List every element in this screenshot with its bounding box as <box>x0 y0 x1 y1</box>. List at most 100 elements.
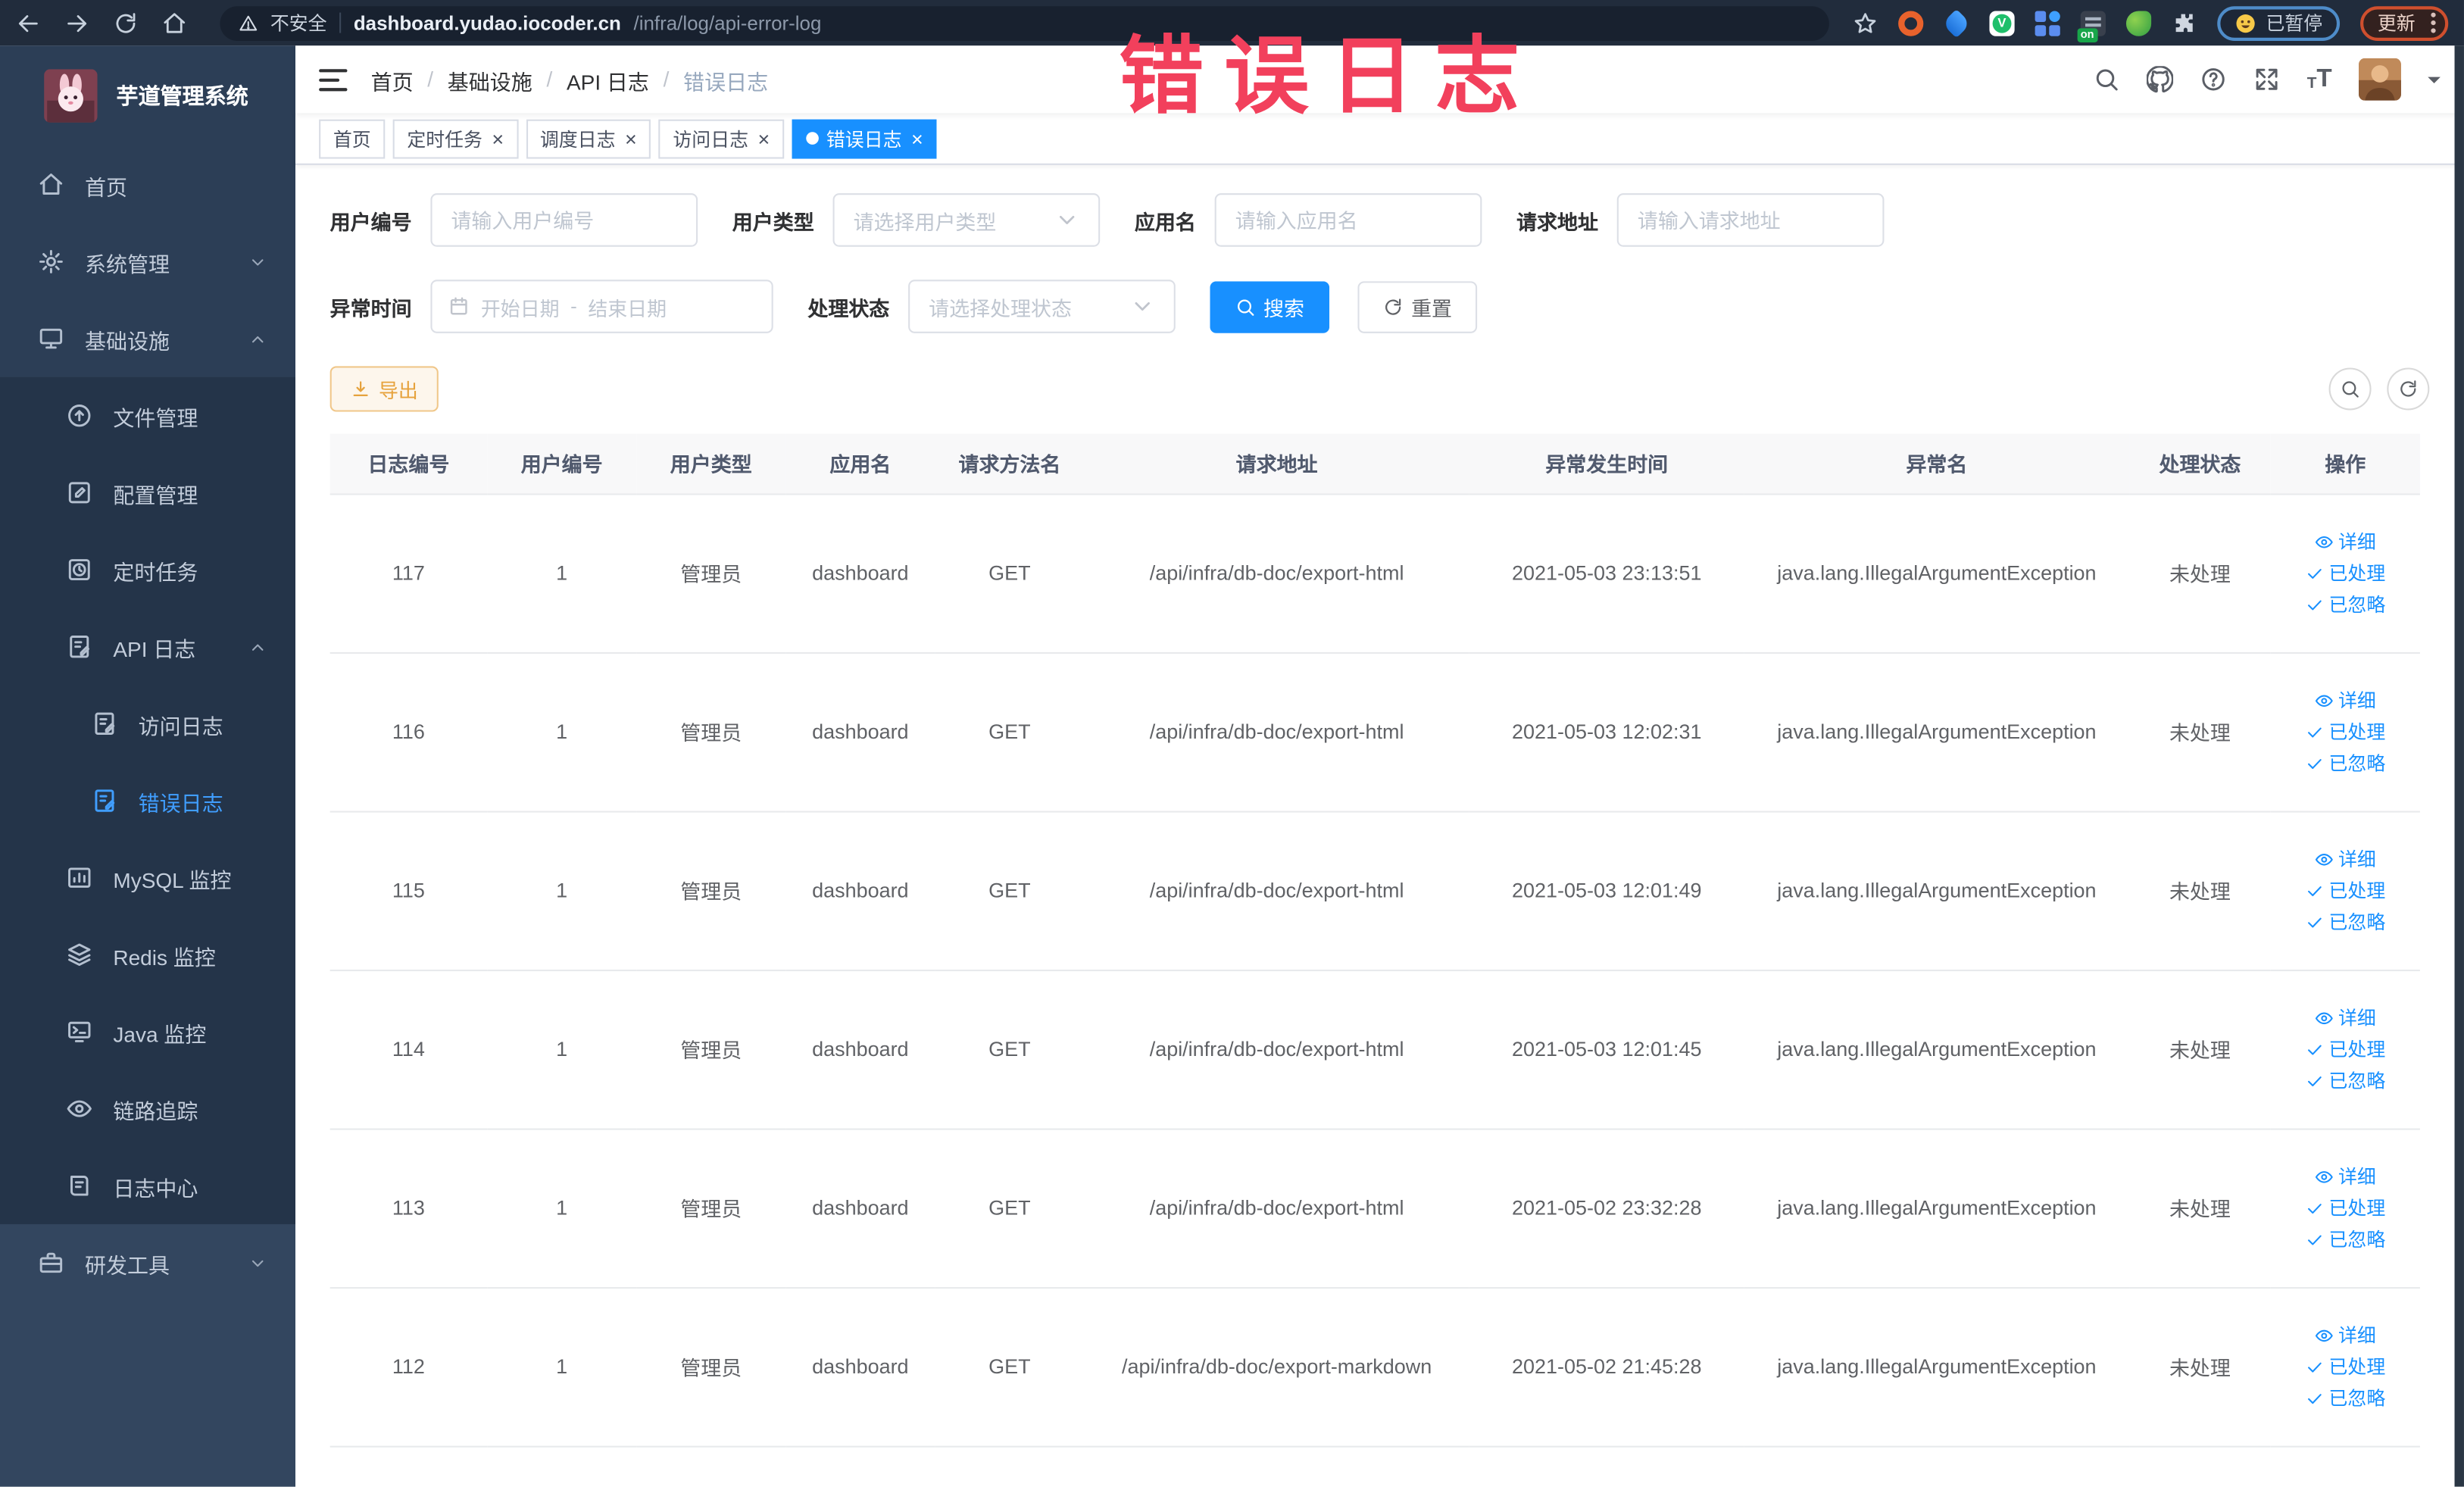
detail-link[interactable]: 详细 <box>2315 1004 2376 1031</box>
processed-link[interactable]: 已处理 <box>2305 877 2385 904</box>
user-type-select[interactable]: 请选择用户类型 <box>832 193 1101 247</box>
table-row: 115 1 管理员 dashboard GET/api/infra/db-doc/exp… <box>329 811 2420 971</box>
user-avatar[interactable] <box>2358 58 2401 101</box>
sidebar-item-file[interactable]: 文件管理 <box>0 377 295 455</box>
profile-chip[interactable]: 已暂停 <box>2217 5 2341 40</box>
sidebar-toggle-icon[interactable] <box>319 68 348 91</box>
update-chip[interactable]: 更新 <box>2360 5 2449 40</box>
search-button[interactable]: 搜索 <box>1210 280 1330 333</box>
reset-button[interactable]: 重置 <box>1357 280 1478 333</box>
back-icon[interactable] <box>16 10 41 35</box>
tab-label: 访问日志 <box>673 128 749 151</box>
process-status-select[interactable]: 请选择处理状态 <box>908 280 1176 333</box>
sidebar-item-config[interactable]: 配置管理 <box>0 455 295 532</box>
exception-time-range-picker[interactable]: 开始日期 - 结束日期 <box>430 280 773 333</box>
extension-onoff-icon[interactable]: on <box>2077 10 2106 42</box>
close-icon[interactable]: × <box>757 128 770 148</box>
close-icon[interactable]: × <box>911 128 923 148</box>
detail-link[interactable]: 详细 <box>2315 845 2376 872</box>
sidebar-item-job[interactable]: 定时任务 <box>0 531 295 608</box>
processed-link[interactable]: 已处理 <box>2305 1353 2385 1379</box>
v-letter: V <box>1992 13 2012 33</box>
eye-icon <box>2315 849 2334 868</box>
processed-link[interactable]: 已处理 <box>2305 718 2385 745</box>
sidebar-item-redis-monitor[interactable]: Redis 监控 <box>0 916 295 993</box>
table-row: 117 1 管理员 dashboard GET/api/infra/db-doc/exp… <box>329 493 2420 653</box>
address-bar[interactable]: 不安全 dashboard.yudao.iocoder.cn/infra/log… <box>220 5 1829 40</box>
breadcrumb-item: 错误日志 <box>683 70 769 94</box>
page-scrollbar[interactable] <box>2454 45 2464 1487</box>
cell-exception: java.lang.IllegalArgumentException <box>1744 1128 2130 1289</box>
browser-menu-icon[interactable] <box>2431 12 2436 33</box>
extensions-puzzle-icon[interactable] <box>2172 10 2197 35</box>
detail-link[interactable]: 详细 <box>2315 1163 2376 1189</box>
toggle-search-button[interactable] <box>2328 367 2372 411</box>
export-button[interactable]: 导出 <box>329 366 439 412</box>
bookmark-star-icon[interactable] <box>1853 10 1878 35</box>
breadcrumb-item[interactable]: 基础设施 <box>448 64 532 95</box>
ignored-link[interactable]: 已忽略 <box>2305 591 2385 617</box>
close-icon[interactable]: × <box>492 128 504 148</box>
tab-job[interactable]: 定时任务 × <box>392 118 518 158</box>
help-icon[interactable] <box>2200 66 2227 92</box>
extension-shield-icon[interactable] <box>1941 8 1972 38</box>
sidebar-item-mysql-monitor[interactable]: MySQL 监控 <box>0 839 295 917</box>
browser-home-icon[interactable] <box>162 10 187 35</box>
processed-link[interactable]: 已处理 <box>2305 560 2385 586</box>
fullscreen-icon[interactable] <box>2253 66 2280 92</box>
update-chip-label: 更新 <box>2377 12 2416 35</box>
reload-icon[interactable] <box>113 10 138 35</box>
extension-v-icon[interactable]: V <box>1989 10 2015 36</box>
detail-link[interactable]: 详细 <box>2315 687 2376 714</box>
sidebar-item-error-log[interactable]: 错误日志 <box>0 762 295 839</box>
column-header: 异常发生时间 <box>1469 433 1744 495</box>
extension-grid-icon[interactable] <box>2035 10 2060 36</box>
sidebar-item-label: 基础设施 <box>85 329 170 353</box>
tab-error-log[interactable]: 错误日志 × <box>792 118 938 158</box>
detail-link[interactable]: 详细 <box>2315 1322 2376 1348</box>
sidebar-item-api-log[interactable]: API 日志 <box>0 608 295 686</box>
row-actions: 详细 已处理 已忽略 <box>2277 1004 2413 1094</box>
extension-orange-icon[interactable] <box>1898 10 1924 36</box>
cell-status: 未处理 <box>2129 1287 2271 1447</box>
table-head: 日志编号 用户编号 用户类型 应用名 请求方法名 请求地址 异常发生时间 异常名 处理状态 操作 <box>329 433 2420 495</box>
sidebar-item-label: 错误日志 <box>138 791 223 815</box>
sidebar-item-home[interactable]: 首页 <box>0 146 295 223</box>
sidebar-item-access-log[interactable]: 访问日志 <box>0 686 295 763</box>
avatar-caret-icon[interactable] <box>2428 76 2441 89</box>
processed-link[interactable]: 已处理 <box>2305 1195 2385 1221</box>
breadcrumb-item[interactable]: 首页 <box>371 64 414 95</box>
table-row: 114 1 管理员 dashboard GET/api/infra/db-doc/exp… <box>329 970 2420 1129</box>
not-secure-label: 不安全 <box>270 12 327 35</box>
app-name-input[interactable] <box>1214 193 1482 247</box>
ignored-link[interactable]: 已忽略 <box>2305 1226 2385 1252</box>
tab-job-log[interactable]: 调度日志 × <box>526 118 651 158</box>
sidebar-logo-row[interactable]: 芋道管理系统 <box>0 45 295 146</box>
header-search-icon[interactable] <box>2094 66 2120 92</box>
ignored-link[interactable]: 已忽略 <box>2305 908 2385 935</box>
tab-access-log[interactable]: 访问日志 × <box>658 118 784 158</box>
refresh-table-button[interactable] <box>2387 367 2430 411</box>
sidebar-item-dev-tools[interactable]: 研发工具 <box>0 1224 295 1301</box>
user-id-input[interactable] <box>430 193 698 247</box>
sidebar-item-log-center[interactable]: 日志中心 <box>0 1147 295 1224</box>
upload-icon <box>66 402 92 429</box>
sidebar-item-java-monitor[interactable]: Java 监控 <box>0 993 295 1070</box>
breadcrumb-item[interactable]: API 日志 <box>567 64 649 95</box>
ignored-link[interactable]: 已忽略 <box>2305 1067 2385 1094</box>
close-icon[interactable]: × <box>625 128 637 148</box>
extension-leaf-icon[interactable] <box>2125 10 2152 36</box>
sidebar-item-tracing[interactable]: 链路追踪 <box>0 1070 295 1148</box>
tab-home[interactable]: 首页 <box>319 118 386 158</box>
ignored-link[interactable]: 已忽略 <box>2305 1385 2385 1411</box>
request-url-input[interactable] <box>1616 193 1885 247</box>
ignored-link[interactable]: 已忽略 <box>2305 750 2385 776</box>
forward-icon[interactable] <box>64 10 89 35</box>
github-icon[interactable] <box>2147 66 2173 92</box>
font-size-icon[interactable]: TT <box>2307 66 2332 92</box>
detail-link[interactable]: 详细 <box>2315 528 2376 555</box>
sidebar-item-infra[interactable]: 基础设施 <box>0 300 295 377</box>
sidebar-item-system[interactable]: 系统管理 <box>0 223 295 301</box>
action-label: 详细 <box>2338 848 2376 871</box>
processed-link[interactable]: 已处理 <box>2305 1036 2385 1062</box>
